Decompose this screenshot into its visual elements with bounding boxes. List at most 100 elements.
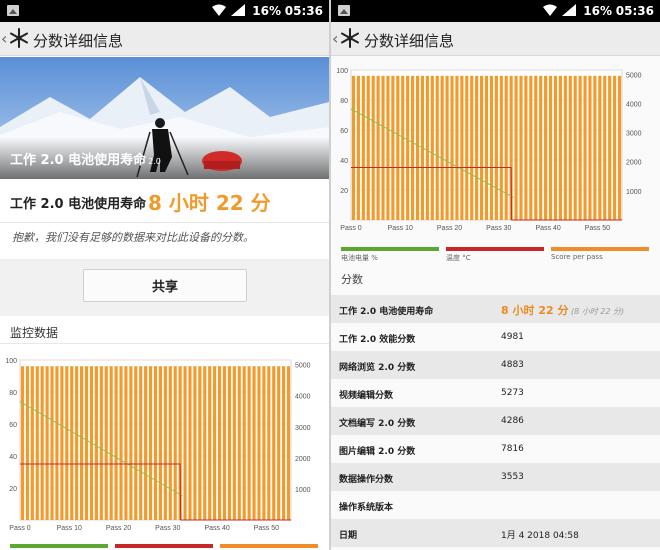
score-bar <box>519 75 523 220</box>
score-bar <box>60 366 64 520</box>
share-area: 共享 <box>0 259 329 316</box>
wifi-icon <box>543 4 557 16</box>
y-right-tick-label: 1000 <box>295 487 311 494</box>
score-bar <box>139 366 143 520</box>
x-tick-label: Pass 20 <box>106 525 131 532</box>
chevron-left-icon[interactable]: ‹ <box>332 29 338 48</box>
score-bar <box>272 366 276 520</box>
chart-svg: 100 80 60 40 20 5000 4000 3000 2000 1000 Pass 0 Pas… <box>336 68 642 232</box>
divider <box>0 343 329 344</box>
scores-heading: 分数 <box>341 273 363 286</box>
score-bar <box>548 75 553 220</box>
score-bar <box>371 75 375 220</box>
y-right-tick-label: 1000 <box>626 189 642 196</box>
battery-level: 16% <box>583 4 612 18</box>
score-bar <box>163 366 167 520</box>
x-tick-label: Pass 10 <box>388 225 413 232</box>
y-left-tick-label: 20 <box>9 486 17 493</box>
no-comparison-message: 抱歉，我们没有足够的数据来对比此设备的分数。 <box>12 231 254 244</box>
score-bar <box>198 366 202 520</box>
score-bar <box>217 366 222 520</box>
score-bar <box>499 75 503 220</box>
score-bar <box>114 366 118 520</box>
y-left-tick-label: 40 <box>340 158 348 165</box>
score-bar <box>70 366 74 520</box>
score-bar <box>213 366 217 520</box>
x-tick-label: Pass 40 <box>535 225 560 232</box>
score-bar <box>558 75 562 220</box>
score-bar <box>361 75 365 220</box>
x-tick-label: Pass 10 <box>57 525 82 532</box>
score-bar <box>193 366 197 520</box>
score-table-row: 文档编写 2.0 分数 4286 <box>331 407 660 435</box>
y-right-tick-label: 3000 <box>626 131 642 138</box>
score-bar <box>80 366 84 520</box>
score-bar <box>40 366 44 520</box>
score-value: 5273 <box>501 388 524 398</box>
score-bar <box>489 75 494 220</box>
chart-svg: 100 80 60 40 20 5000 4000 3000 2000 1000 Pass 0 Pas… <box>5 358 311 532</box>
chevron-left-icon[interactable]: ‹ <box>1 29 7 48</box>
score-bar <box>544 75 548 220</box>
y-left-tick-label: 100 <box>5 358 17 365</box>
y-right-tick-label: 5000 <box>295 363 311 370</box>
score-bar <box>144 366 148 520</box>
score-bar <box>262 366 266 520</box>
score-key: 工作 2.0 电池使用寿命 <box>339 307 434 317</box>
legend-swatch <box>10 544 108 548</box>
score-bar <box>425 75 429 220</box>
score-bar <box>134 366 138 520</box>
status-bar: 16% 05:36 <box>0 0 329 22</box>
score-bar <box>440 75 444 220</box>
score-table-row: 数据操作分数 3553 <box>331 463 660 491</box>
y-left-tick-label: 60 <box>340 128 348 135</box>
score-bar <box>35 366 39 520</box>
x-tick-label: Pass 0 <box>340 225 362 232</box>
share-button[interactable]: 共享 <box>83 269 247 302</box>
score-bar <box>430 75 434 220</box>
score-label: 工作 2.0 电池使用寿命 <box>10 197 147 212</box>
y-left-tick-label: 20 <box>340 188 348 195</box>
snowflake-icon <box>10 28 28 48</box>
score-bar <box>415 75 420 220</box>
score-bar <box>282 366 286 520</box>
score-bar <box>277 366 281 520</box>
score-bar <box>553 75 558 220</box>
image-notification-icon <box>338 5 350 16</box>
score-bar <box>94 366 98 520</box>
score-bar <box>25 366 29 520</box>
score-value: 7816 <box>501 444 524 454</box>
score-key: 网络浏览 2.0 分数 <box>339 363 416 373</box>
score-bar <box>465 75 469 220</box>
score-value: 1月 4 2018 04:58 <box>501 531 579 541</box>
score-bar <box>484 75 489 220</box>
score-bar <box>237 366 241 520</box>
signal-icon <box>231 4 245 16</box>
score-bar <box>391 75 395 220</box>
score-bar <box>539 75 543 220</box>
score-bar <box>573 75 577 220</box>
score-bar <box>203 366 207 520</box>
score-bar <box>504 75 508 220</box>
left-screen: 16% 05:36 ‹ 分数详细信息 工作 2.0 电池使用寿命 2.0 工作 … <box>0 0 329 550</box>
score-bar <box>20 366 25 520</box>
score-bar <box>494 75 498 220</box>
score-table-row: 图片编辑 2.0 分数 7816 <box>331 435 660 463</box>
score-bar <box>593 75 597 220</box>
score-value: 8 小时 22 分 (8 小时 22 分) <box>501 304 625 317</box>
score-bar <box>267 366 271 520</box>
score-bar <box>396 75 400 220</box>
score-value: 4883 <box>501 360 524 370</box>
score-bar <box>411 75 415 220</box>
right-screen: 16% 05:36 ‹ 分数详细信息 100 80 60 40 20 5000 4000 30… <box>331 0 660 550</box>
image-notification-icon <box>7 5 19 16</box>
clock: 05:36 <box>615 4 654 18</box>
y-right-tick-label: 3000 <box>295 425 311 432</box>
legend-label: 温度 °C <box>446 254 471 262</box>
monitoring-data-heading: 监控数据 <box>10 326 59 340</box>
score-value: 3553 <box>501 472 524 482</box>
score-bar <box>30 366 34 520</box>
score-bar <box>588 75 592 220</box>
score-bar <box>455 75 459 220</box>
score-bar <box>529 75 533 220</box>
